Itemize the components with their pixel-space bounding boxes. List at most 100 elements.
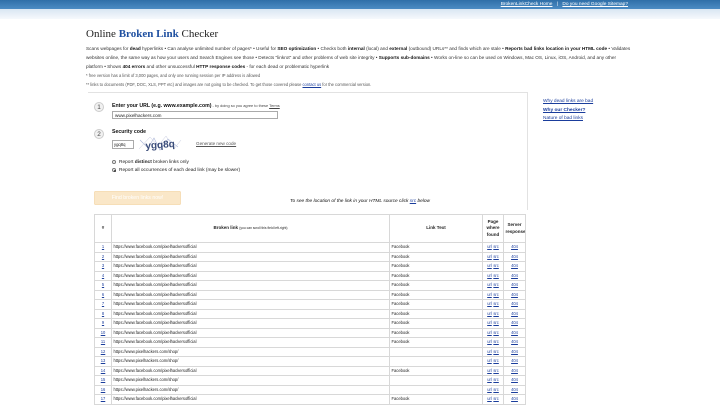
all-occurrences-label: Report all occurrences of each dead link…	[119, 167, 241, 173]
url-link[interactable]: url	[487, 301, 492, 306]
row-num-link[interactable]: 13	[101, 358, 106, 363]
src-link[interactable]: src	[493, 320, 498, 325]
src-link[interactable]: src	[493, 282, 498, 287]
url-link[interactable]: url	[487, 396, 492, 401]
src-link[interactable]: src	[493, 244, 498, 249]
description-segment: Supports sub-domains	[378, 54, 430, 60]
src-link[interactable]: src	[493, 301, 498, 306]
response-code-link[interactable]: 404	[511, 396, 518, 401]
row-num-link[interactable]: 6	[102, 292, 104, 297]
row-num-link[interactable]: 11	[101, 339, 105, 344]
row-num-link[interactable]: 9	[102, 320, 104, 325]
response-code-link[interactable]: 404	[511, 377, 518, 382]
home-link[interactable]: BrokenLinkCheck Home	[501, 2, 553, 7]
response-code-link[interactable]: 404	[511, 387, 518, 392]
link-text-cell: Facebook	[389, 318, 483, 329]
url-link[interactable]: url	[487, 387, 492, 392]
response-code-link[interactable]: 404	[511, 349, 518, 354]
url-link[interactable]: url	[487, 244, 492, 249]
broken-link-cell: https://www.pixelhackers.com/shop/	[111, 346, 390, 357]
response-code-link[interactable]: 404	[511, 273, 518, 278]
row-num-link[interactable]: 1	[102, 244, 104, 249]
src-link[interactable]: src	[493, 254, 498, 259]
url-link[interactable]: url	[487, 273, 492, 278]
row-num-link[interactable]: 12	[101, 349, 106, 354]
sidebar-link[interactable]: Why dead links are bad	[543, 98, 593, 107]
generate-new-code-link[interactable]: Generate new code	[196, 141, 236, 146]
sidebar-links: Why dead links are bad Why our Checker? Na…	[543, 98, 593, 124]
row-num: 8	[94, 308, 112, 319]
src-link[interactable]: src	[493, 387, 498, 392]
url-link[interactable]: url	[487, 330, 492, 335]
src-link[interactable]: src	[493, 330, 498, 335]
row-num: 14	[94, 365, 112, 376]
response-code-link[interactable]: 404	[511, 311, 518, 316]
response-code-link[interactable]: 404	[511, 339, 518, 344]
row-num-link[interactable]: 2	[102, 254, 104, 259]
url-link[interactable]: url	[487, 368, 492, 373]
row-num-link[interactable]: 8	[102, 311, 104, 316]
distinct-links-radio[interactable]	[112, 160, 117, 165]
terms-link[interactable]: Terms	[269, 103, 280, 108]
url-link[interactable]: url	[487, 263, 492, 268]
response-code-link[interactable]: 404	[511, 320, 518, 325]
broken-link-cell: https://www.facebook.com/pixelhackersoff…	[111, 299, 390, 310]
src-link[interactable]: src	[493, 377, 498, 382]
url-link[interactable]: url	[487, 349, 492, 354]
row-num-link[interactable]: 14	[101, 368, 106, 373]
src-link[interactable]: src	[493, 273, 498, 278]
response-code-link[interactable]: 404	[511, 330, 518, 335]
row-num-link[interactable]: 17	[101, 396, 106, 401]
page-title: Online Broken Link Checker	[86, 28, 218, 40]
row-num-link[interactable]: 10	[101, 330, 106, 335]
contact-us-link[interactable]: contact us	[302, 82, 321, 87]
url-link[interactable]: url	[487, 339, 492, 344]
src-link[interactable]: src	[493, 292, 498, 297]
response-code-link[interactable]: 404	[511, 263, 518, 268]
response-code-link[interactable]: 404	[511, 292, 518, 297]
src-link[interactable]: src	[493, 396, 498, 401]
response-code-link[interactable]: 404	[511, 301, 518, 306]
url-link[interactable]: url	[487, 292, 492, 297]
src-link[interactable]: src	[493, 311, 498, 316]
server-response-cell: 404	[503, 327, 526, 338]
url-link[interactable]: url	[487, 282, 492, 287]
page-found-cell: url src	[482, 299, 504, 310]
row-num-link[interactable]: 15	[101, 377, 106, 382]
row-num: 17	[94, 394, 112, 405]
captcha-input[interactable]: ygq8q	[112, 140, 134, 149]
src-link[interactable]: src	[493, 349, 498, 354]
table-row: 8 https://www.facebook.com/pixelhackersof…	[94, 308, 526, 319]
src-link[interactable]: src	[493, 368, 498, 373]
row-num: 4	[94, 270, 112, 281]
response-code-link[interactable]: 404	[511, 282, 518, 287]
url-link[interactable]: url	[487, 377, 492, 382]
row-num-link[interactable]: 3	[102, 263, 104, 268]
all-occurrences-radio[interactable]	[112, 168, 117, 173]
url-link[interactable]: url	[487, 358, 492, 363]
row-num-link[interactable]: 16	[101, 387, 106, 392]
url-link[interactable]: url	[487, 254, 492, 259]
server-response-cell: 404	[503, 356, 526, 367]
page-found-cell: url src	[482, 356, 504, 367]
row-num-link[interactable]: 5	[102, 282, 104, 287]
src-link[interactable]: src	[493, 358, 498, 363]
row-num-link[interactable]: 4	[102, 273, 104, 278]
sidebar-link[interactable]: Nature of bad links	[543, 115, 593, 124]
url-link[interactable]: url	[487, 320, 492, 325]
server-response-cell: 404	[503, 346, 526, 357]
table-row: 7 https://www.facebook.com/pixelhackersof…	[94, 299, 526, 310]
src-link[interactable]: src	[493, 339, 498, 344]
response-code-link[interactable]: 404	[511, 254, 518, 259]
response-code-link[interactable]: 404	[511, 368, 518, 373]
table-header-row: # Broken link (you can scroll this field…	[94, 214, 526, 243]
row-num-link[interactable]: 7	[102, 301, 104, 306]
response-code-link[interactable]: 404	[511, 358, 518, 363]
src-link[interactable]: src	[493, 263, 498, 268]
sitemap-link[interactable]: Do you need Google Sitemap?	[562, 2, 628, 7]
url-link[interactable]: url	[487, 311, 492, 316]
url-input[interactable]: www.pixelhackers.com	[112, 111, 278, 119]
sidebar-link[interactable]: Why our Checker?	[543, 107, 593, 116]
response-code-link[interactable]: 404	[511, 244, 518, 249]
find-broken-links-button[interactable]: Find broken links now!	[94, 191, 181, 205]
